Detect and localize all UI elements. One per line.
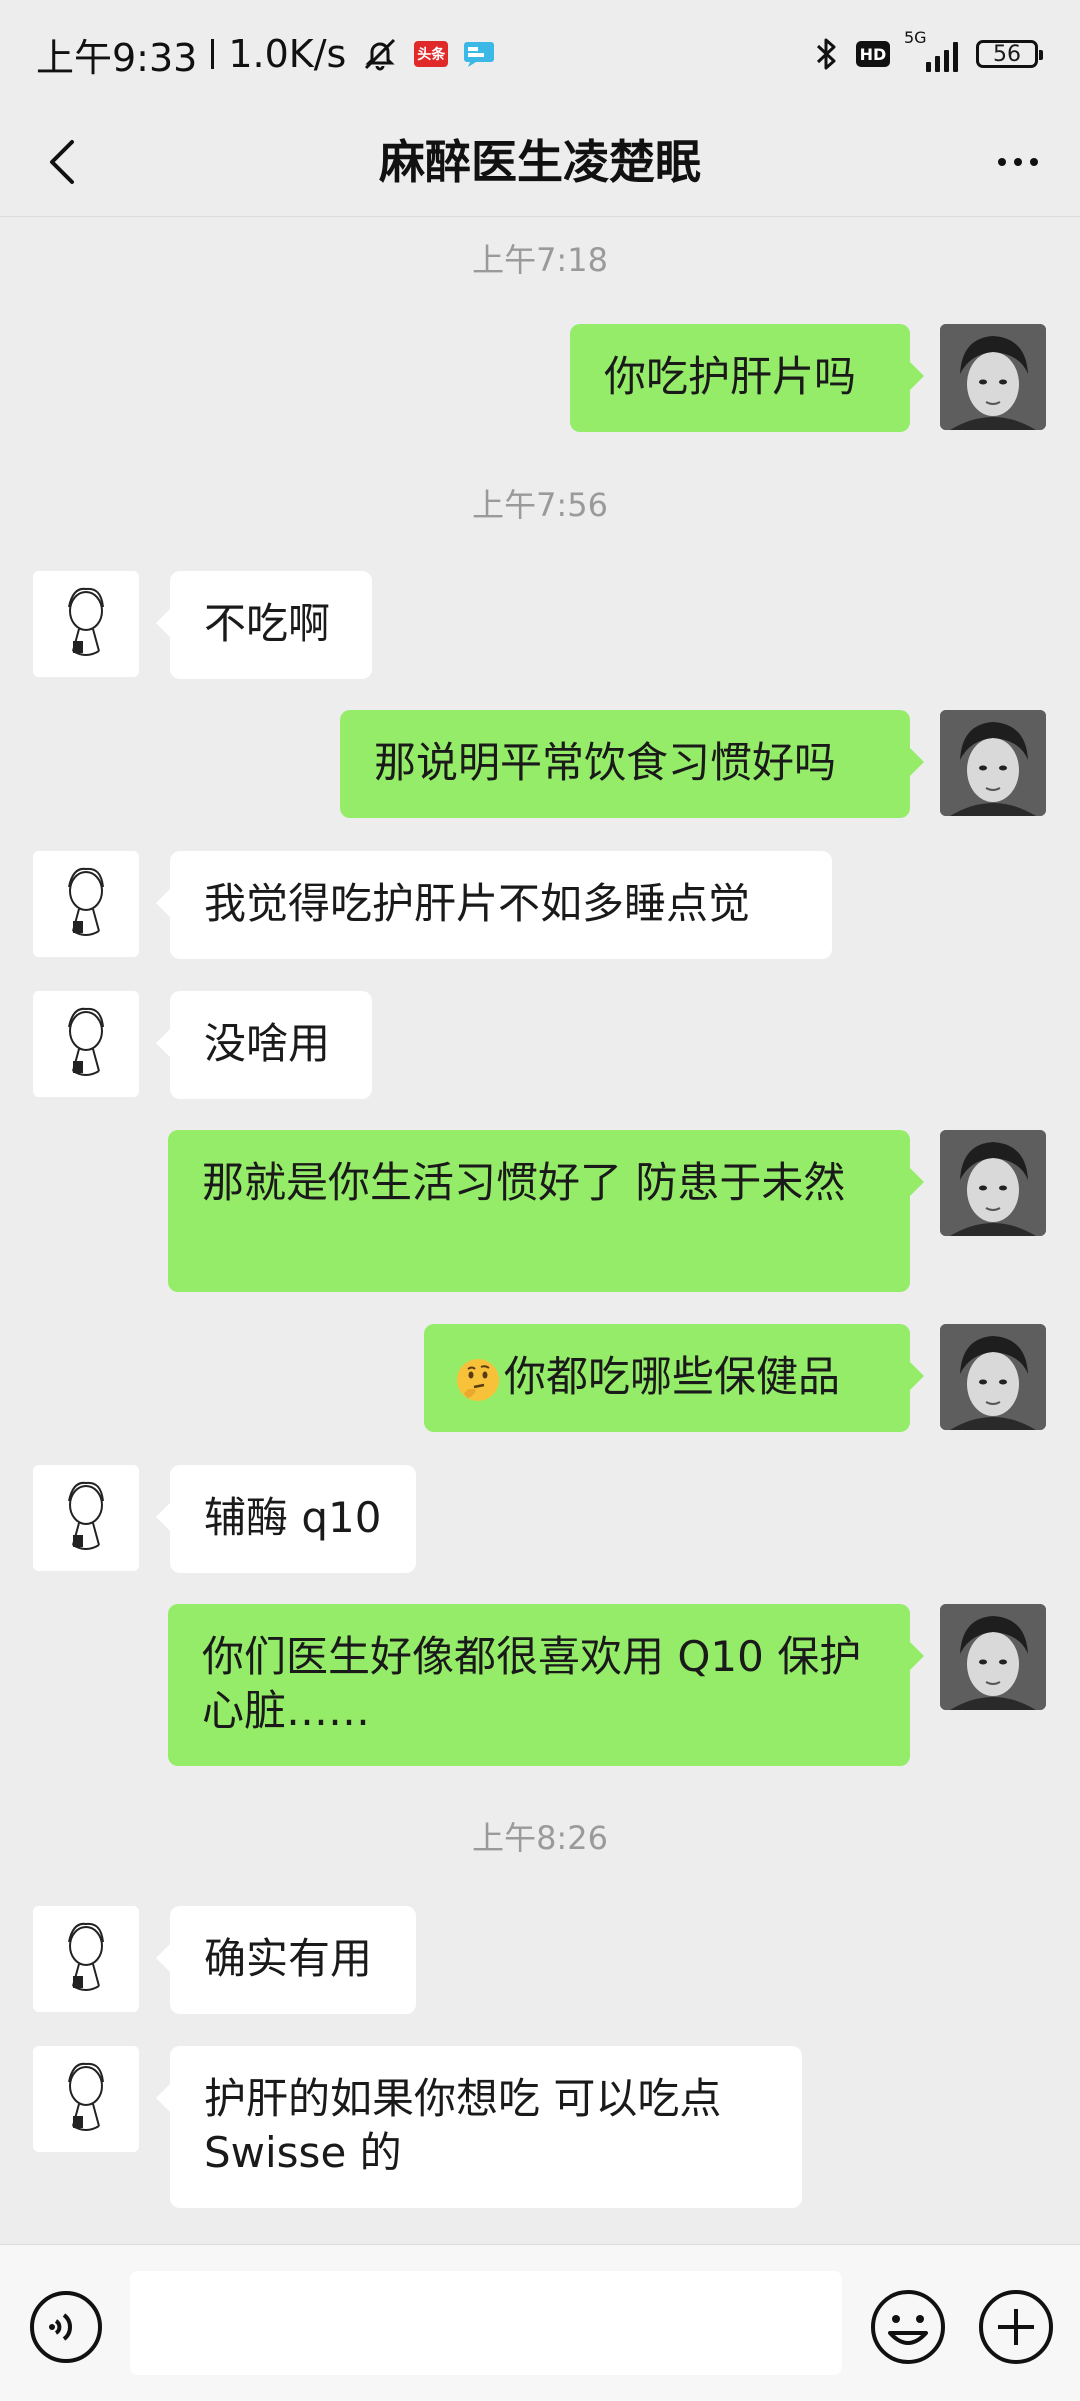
contact-avatar-drawing bbox=[33, 571, 139, 677]
contact-avatar[interactable] bbox=[33, 851, 139, 957]
network-type-label: 5G bbox=[904, 28, 927, 47]
signal-strength-icon: 5G bbox=[904, 28, 962, 72]
status-time: 上午9:33 bbox=[36, 35, 198, 80]
contact-avatar[interactable] bbox=[33, 1906, 139, 2012]
incoming-message[interactable]: 我觉得吃护肝片不如多睡点觉 bbox=[156, 851, 832, 959]
more-dot bbox=[1014, 158, 1022, 166]
more-dot bbox=[998, 158, 1006, 166]
more-functions-button[interactable] bbox=[976, 2287, 1056, 2367]
back-button[interactable] bbox=[30, 130, 94, 194]
more-options-button[interactable] bbox=[986, 130, 1050, 194]
timestamp: 上午7:18 bbox=[472, 241, 608, 279]
status-bar-right: HD 5G 56 bbox=[812, 28, 1043, 78]
incoming-message[interactable]: 不吃啊 bbox=[156, 571, 372, 679]
network-speed: 1.0K/s bbox=[228, 32, 347, 76]
outgoing-message[interactable]: 你吃护肝片吗 bbox=[570, 324, 924, 432]
chat-title: 麻醉医生凌楚眠 bbox=[379, 135, 701, 189]
outgoing-message[interactable]: 你都吃哪些保健品 bbox=[424, 1324, 924, 1432]
bluetooth-icon bbox=[812, 35, 842, 73]
status-bar: 上午9:33 1.0K/s 头条 HD 5G 56 bbox=[0, 0, 1080, 108]
chevron-left-icon bbox=[50, 140, 74, 184]
my-avatar[interactable] bbox=[940, 1604, 1046, 1710]
contact-avatar[interactable] bbox=[33, 571, 139, 677]
battery-indicator: 56 bbox=[976, 40, 1043, 68]
my-avatar-photo bbox=[940, 324, 1046, 430]
message-input-bar bbox=[0, 2244, 1080, 2401]
my-avatar-photo bbox=[940, 1604, 1046, 1710]
more-dot bbox=[1030, 158, 1038, 166]
incoming-message[interactable]: 没啥用 bbox=[156, 991, 372, 1099]
contact-avatar[interactable] bbox=[33, 991, 139, 1097]
incoming-message[interactable]: 确实有用 bbox=[156, 1906, 416, 2014]
plus-icon bbox=[979, 2290, 1053, 2364]
contact-avatar-drawing bbox=[33, 2046, 139, 2152]
news-app-icon: 头条 bbox=[414, 41, 449, 67]
thinking-face-emoji-icon bbox=[457, 1358, 499, 1401]
message-text: 你都吃哪些保健品 bbox=[504, 1352, 841, 1401]
my-avatar-photo bbox=[940, 1324, 1046, 1430]
incoming-message[interactable]: 护肝的如果你想吃 可以吃点 Swisse 的 bbox=[156, 2046, 802, 2208]
outgoing-message[interactable]: 你们医生好像都很喜欢用 Q10 保护心脏…… bbox=[168, 1604, 924, 1766]
status-divider bbox=[211, 39, 215, 69]
my-avatar[interactable] bbox=[940, 1324, 1046, 1430]
silent-bell-icon bbox=[360, 34, 400, 74]
message-app-icon bbox=[462, 40, 496, 68]
status-bar-left: 上午9:33 1.0K/s 头条 bbox=[36, 30, 496, 80]
contact-avatar-drawing bbox=[33, 1465, 139, 1571]
hd-voice-icon: HD bbox=[856, 41, 890, 67]
chat-header: 麻醉医生凌楚眠 bbox=[0, 108, 1080, 217]
my-avatar-photo bbox=[940, 710, 1046, 816]
contact-avatar-drawing bbox=[33, 851, 139, 957]
contact-avatar-drawing bbox=[33, 1906, 139, 2012]
smiley-icon bbox=[871, 2290, 945, 2364]
outgoing-message[interactable]: 那就是你生活习惯好了 防患于未然 bbox=[168, 1130, 924, 1292]
timestamp: 上午7:56 bbox=[472, 486, 608, 524]
contact-avatar[interactable] bbox=[33, 1465, 139, 1571]
outgoing-message[interactable]: 那说明平常饮食习惯好吗 bbox=[340, 710, 924, 818]
my-avatar-photo bbox=[940, 1130, 1046, 1236]
my-avatar[interactable] bbox=[940, 710, 1046, 816]
incoming-message[interactable]: 辅酶 q10 bbox=[156, 1465, 416, 1573]
timestamp: 上午8:26 bbox=[472, 1819, 608, 1857]
message-input[interactable] bbox=[130, 2271, 842, 2375]
contact-avatar[interactable] bbox=[33, 2046, 139, 2152]
voice-input-button[interactable] bbox=[28, 2289, 104, 2365]
chat-message-list[interactable]: 上午7:18 你吃护肝片吗 上午7:56 不吃啊 那说明平常饮食习惯好吗 我觉得… bbox=[0, 217, 1080, 2243]
contact-avatar-drawing bbox=[33, 991, 139, 1097]
voice-icon bbox=[30, 2291, 102, 2363]
my-avatar[interactable] bbox=[940, 1130, 1046, 1236]
emoji-button[interactable] bbox=[868, 2287, 948, 2367]
my-avatar[interactable] bbox=[940, 324, 1046, 430]
